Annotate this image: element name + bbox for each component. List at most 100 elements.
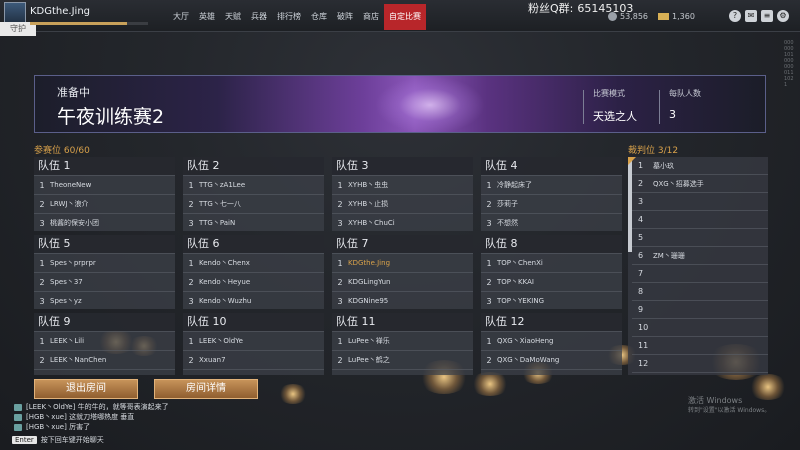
player-slot[interactable]: 3 TTG丶PaiN bbox=[183, 213, 324, 232]
player-slot[interactable]: 3 桃酱的保安小团 bbox=[34, 213, 175, 232]
referee-slot-number: 10 bbox=[638, 323, 649, 332]
player-slot[interactable]: 1 QXG丶XiaoHeng bbox=[481, 331, 622, 350]
player-name: KDGLingYun bbox=[348, 278, 391, 286]
referee-slot[interactable]: 2 QXG丶招募选手 bbox=[632, 175, 768, 193]
player-slot[interactable]: 1 XYHB丶虫虫 bbox=[332, 175, 473, 194]
nav-item[interactable]: 商店 bbox=[358, 4, 384, 30]
referee-slot-number: 9 bbox=[638, 305, 644, 314]
chat-text: [LEEK丶OldYe] 牛的牛的，就等哥表演起来了 bbox=[26, 403, 169, 411]
nav-item[interactable]: 仓库 bbox=[306, 4, 332, 30]
team-name: 队伍 10 bbox=[183, 313, 324, 331]
nav-item[interactable]: 天赋 bbox=[220, 4, 246, 30]
gold-balance: 1,360 bbox=[658, 12, 695, 21]
player-name: TOP丶YEKING bbox=[497, 297, 545, 305]
coin-icon bbox=[608, 12, 617, 21]
referee-slot[interactable]: 6 ZM丶珊珊 bbox=[632, 247, 768, 265]
slot-number: 3 bbox=[188, 218, 194, 228]
player-slot[interactable]: 3LEEK丶Pooch bbox=[34, 369, 175, 375]
referee-slot[interactable]: 5 bbox=[632, 229, 768, 247]
settings-icon[interactable]: ⚙ bbox=[777, 10, 789, 22]
slot-number: 2 bbox=[486, 199, 492, 209]
player-slot[interactable]: 2 TOP丶KKAI bbox=[481, 272, 622, 291]
nav-item[interactable]: 排行榜 bbox=[272, 4, 306, 30]
chat-input-hint[interactable]: Enter 按下回车键开始聊天 bbox=[12, 435, 104, 445]
player-slot[interactable]: 2 Spes丶37 bbox=[34, 272, 175, 291]
player-slot[interactable]: 1 Spes丶prprpr bbox=[34, 253, 175, 272]
player-slot[interactable]: 1 冷静起床了 bbox=[481, 175, 622, 194]
team-name: 队伍 6 bbox=[183, 235, 324, 253]
player-slot[interactable]: 3LEEK丶CoAi bbox=[183, 369, 324, 375]
player-name: Kendo丶Chenx bbox=[199, 259, 250, 267]
referee-slot[interactable]: 9 bbox=[632, 301, 768, 319]
player-name: LEEK丶Pooch bbox=[50, 374, 95, 375]
nav-item[interactable]: 自定比赛 bbox=[384, 4, 426, 30]
player-slot[interactable]: 3 XYHB丶ChuCi bbox=[332, 213, 473, 232]
chat-channel-icon bbox=[14, 403, 22, 411]
referee-slot[interactable]: 7 bbox=[632, 265, 768, 283]
team-card: 队伍 3 1 XYHB丶虫虫 2 XYHB丶止损 3 XYHB丶ChuCi bbox=[332, 157, 473, 231]
player-slot[interactable]: 2 QXG丶DaMoWang bbox=[481, 350, 622, 369]
player-slot[interactable]: 3QXG丶Xiaohu bbox=[481, 369, 622, 375]
windows-activation-watermark: 激活 Windows 转到"设置"以激活 Windows。 bbox=[688, 396, 771, 414]
player-slot[interactable]: 1 Kendo丶Chenx bbox=[183, 253, 324, 272]
chat-message: [HGB丶xue] 这就刀塔哪热度 垂直 bbox=[14, 412, 314, 422]
slot-number: 3 bbox=[34, 375, 50, 376]
referee-slot[interactable]: 12 bbox=[632, 355, 768, 373]
referee-slot-number: 1 bbox=[638, 161, 644, 170]
referee-slot[interactable]: 4 bbox=[632, 211, 768, 229]
player-slot[interactable]: 3 不想然 bbox=[481, 213, 622, 232]
referee-slot[interactable]: 8 bbox=[632, 283, 768, 301]
slot-number: 3 bbox=[39, 296, 45, 306]
team-card: 队伍 4 1 冷静起床了 2 莎莉子 3 不想然 bbox=[481, 157, 622, 231]
nav-item[interactable]: 大厅 bbox=[168, 4, 194, 30]
player-slot[interactable]: 1 LEEK丶Lili bbox=[34, 331, 175, 350]
referee-slot[interactable]: 1 墓小玖 bbox=[632, 157, 768, 175]
player-slot[interactable]: 1 LEEK丶OldYe bbox=[183, 331, 324, 350]
player-name: TTG丶七一八 bbox=[199, 200, 241, 208]
player-slot[interactable]: 2 Kendo丶Heyue bbox=[183, 272, 324, 291]
referee-slot[interactable]: 3 bbox=[632, 193, 768, 211]
room-details-button[interactable]: 房间详情 bbox=[154, 379, 258, 399]
player-slot[interactable]: 3 TOP丶YEKING bbox=[481, 291, 622, 310]
chat-text: [HGB丶xue] 厉害了 bbox=[26, 423, 91, 431]
player-slot[interactable]: 2 Xxuan7 bbox=[183, 350, 324, 369]
referee-slot-number: 6 bbox=[638, 251, 644, 260]
slot-number: 3 bbox=[337, 218, 343, 228]
referee-slot[interactable]: 11 bbox=[632, 337, 768, 355]
player-slot[interactable]: 3 KDGNine95 bbox=[332, 291, 473, 310]
player-slot[interactable]: 2 LEEK丶NanChen bbox=[34, 350, 175, 369]
player-slot[interactable]: 2 LuPee丶鹤之 bbox=[332, 350, 473, 369]
xp-bar bbox=[30, 22, 148, 25]
per-team-value: 3 bbox=[669, 108, 676, 121]
player-slot[interactable]: 2 莎莉子 bbox=[481, 194, 622, 213]
slot-number: 2 bbox=[486, 355, 492, 365]
player-slot[interactable]: 3 Spes丶yz bbox=[34, 291, 175, 310]
nav-item[interactable]: 兵器 bbox=[246, 4, 272, 30]
player-slot[interactable]: 2 XYHB丶止损 bbox=[332, 194, 473, 213]
help-icon[interactable]: ? bbox=[729, 10, 741, 22]
player-slot[interactable]: 1 TOP丶ChenXi bbox=[481, 253, 622, 272]
player-slot[interactable]: 1 KDGthe.Jing bbox=[332, 253, 473, 272]
player-slot[interactable]: 3 Kendo丶Wuzhu bbox=[183, 291, 324, 310]
top-icons: ? ✉ ≡ ⚙ bbox=[729, 10, 789, 22]
player-slot[interactable]: 1 TheoneNew bbox=[34, 175, 175, 194]
team-card: 队伍 11 1 LuPee丶禅乐 2 LuPee丶鹤之 3LuPee丶鲁大师 bbox=[332, 313, 473, 375]
nav-item[interactable]: 破阵 bbox=[332, 4, 358, 30]
player-name: TOP丶ChenXi bbox=[497, 259, 543, 267]
team-card: 队伍 8 1 TOP丶ChenXi 2 TOP丶KKAI 3 TOP丶YEKING bbox=[481, 235, 622, 309]
gold-bar-icon bbox=[658, 13, 669, 20]
nav-item[interactable]: 英雄 bbox=[194, 4, 220, 30]
player-slot[interactable]: 1 TTG丶zA1Lee bbox=[183, 175, 324, 194]
player-name: XYHB丶虫虫 bbox=[348, 181, 389, 189]
player-slot[interactable]: 2 KDGLingYun bbox=[332, 272, 473, 291]
player-slot[interactable]: 2 LRWJ丶浪介 bbox=[34, 194, 175, 213]
menu-icon[interactable]: ≡ bbox=[761, 10, 773, 22]
leave-room-button[interactable]: 退出房间 bbox=[34, 379, 138, 399]
mail-icon[interactable]: ✉ bbox=[745, 10, 757, 22]
referee-slot[interactable]: 10 bbox=[632, 319, 768, 337]
player-slot[interactable]: 3LuPee丶鲁大师 bbox=[332, 369, 473, 375]
team-name: 队伍 1 bbox=[34, 157, 175, 175]
player-slot[interactable]: 2 TTG丶七一八 bbox=[183, 194, 324, 213]
coin-balance: 53,856 bbox=[608, 12, 648, 21]
player-slot[interactable]: 1 LuPee丶禅乐 bbox=[332, 331, 473, 350]
